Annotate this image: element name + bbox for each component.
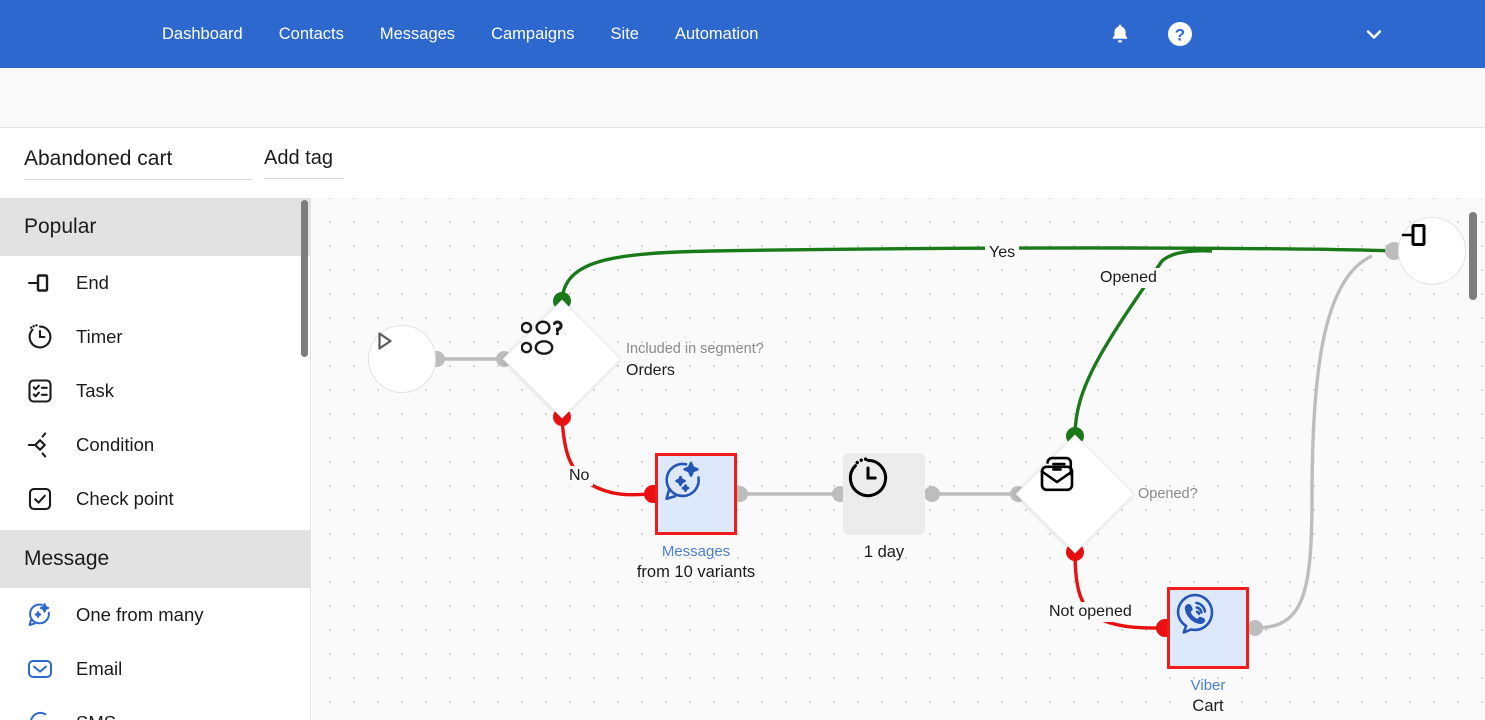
- automation-builder-page: Dashboard Contacts Messages Campaigns Si…: [0, 0, 1485, 720]
- flow-node-messages-subcaption: from 10 variants: [636, 563, 756, 581]
- add-tag-value: Add tag: [264, 147, 333, 169]
- sidebar-section-popular-title: Popular: [24, 215, 97, 238]
- sms-icon: [22, 705, 58, 720]
- flow-node-messages-caption: Messages: [661, 543, 731, 560]
- sidebar-item-sms-label: SMS: [76, 712, 116, 720]
- sidebar-item-task-label: Task: [76, 380, 115, 401]
- svg-text:?: ?: [1175, 26, 1185, 45]
- sidebar-item-end-label: End: [76, 272, 109, 293]
- edge-label-no: No: [565, 466, 594, 486]
- nav-link-automation[interactable]: Automation: [675, 25, 758, 44]
- sidebar-item-sms[interactable]: SMS: [0, 696, 310, 720]
- automation-name-input[interactable]: Abandoned cart: [24, 147, 252, 180]
- automation-name-value: Abandoned cart: [24, 147, 173, 170]
- sidebar-item-email[interactable]: Email: [0, 642, 310, 696]
- one-from-many-icon: [22, 597, 58, 633]
- sidebar-item-timer-label: Timer: [76, 326, 123, 347]
- segment-meta-value: Orders: [626, 362, 675, 379]
- nav-link-dashboard[interactable]: Dashboard: [162, 25, 243, 44]
- nav-link-site[interactable]: Site: [611, 25, 639, 44]
- edge-label-not-opened: Not opened: [1045, 602, 1136, 622]
- edge-label-opened: Opened: [1096, 268, 1161, 288]
- secondary-header-strip: [0, 68, 1485, 128]
- opened-meta-title: Opened?: [1138, 486, 1198, 502]
- sidebar-section-popular-header: Popular: [0, 198, 310, 256]
- automation-flow-canvas[interactable]: Yes No Opened Not opened Included in seg…: [312, 198, 1485, 720]
- nav-link-campaigns[interactable]: Campaigns: [491, 25, 574, 44]
- timer-icon: [22, 319, 58, 355]
- sidebar-item-condition-label: Condition: [76, 434, 155, 455]
- flow-node-end[interactable]: [1398, 217, 1466, 285]
- add-tag-input[interactable]: Add tag: [264, 147, 344, 179]
- chevron-down-icon[interactable]: [1357, 17, 1391, 51]
- nav-link-messages[interactable]: Messages: [380, 25, 455, 44]
- sidebar-scrollbar-thumb[interactable]: [301, 200, 308, 357]
- sidebar-item-one-from-many[interactable]: One from many: [0, 588, 310, 642]
- segment-icon: [521, 318, 603, 400]
- sidebar-item-email-label: Email: [76, 658, 123, 679]
- opened-envelope-icon: [1034, 453, 1116, 535]
- help-icon[interactable]: ?: [1163, 17, 1197, 51]
- check-point-icon: [22, 481, 58, 517]
- nav-link-contacts[interactable]: Contacts: [279, 25, 344, 44]
- flow-node-timer-caption: 1 day: [863, 543, 905, 561]
- edge-label-yes: Yes: [985, 243, 1020, 263]
- flow-node-timer[interactable]: [843, 453, 925, 535]
- top-navigation-bar: Dashboard Contacts Messages Campaigns Si…: [0, 0, 1485, 68]
- condition-icon: [22, 427, 58, 463]
- segment-meta-title: Included in segment?: [626, 341, 764, 357]
- bell-icon[interactable]: [1103, 17, 1137, 51]
- sidebar-item-condition[interactable]: Condition: [0, 418, 310, 472]
- builder-toolbar: Abandoned cart Add tag: [0, 129, 1485, 318]
- sidebar-item-end[interactable]: End: [0, 256, 310, 310]
- email-icon: [22, 651, 58, 687]
- nav-right-actions: ?: [1103, 0, 1485, 68]
- flow-node-viber-subcaption: Cart: [1192, 697, 1224, 715]
- end-icon: [22, 265, 58, 301]
- sidebar-item-one-from-many-label: One from many: [76, 604, 204, 625]
- sidebar-item-task[interactable]: Task: [0, 364, 310, 418]
- flow-node-viber[interactable]: [1167, 587, 1249, 669]
- canvas-scrollbar-thumb[interactable]: [1469, 212, 1477, 300]
- task-icon: [22, 373, 58, 409]
- nav-links: Dashboard Contacts Messages Campaigns Si…: [162, 25, 794, 44]
- flow-node-viber-caption: Viber: [1190, 677, 1226, 694]
- sidebar-section-message-title: Message: [24, 547, 110, 570]
- sidebar-item-check-point-label: Check point: [76, 488, 174, 509]
- sidebar-section-message-header: Message: [0, 530, 310, 588]
- sidebar-item-check-point[interactable]: Check point: [0, 472, 310, 526]
- blocks-sidebar[interactable]: Popular End Timer Task Condition Check p…: [0, 198, 311, 720]
- flow-node-messages[interactable]: [655, 453, 737, 535]
- flow-node-start[interactable]: [368, 325, 436, 393]
- sidebar-item-timer[interactable]: Timer: [0, 310, 310, 364]
